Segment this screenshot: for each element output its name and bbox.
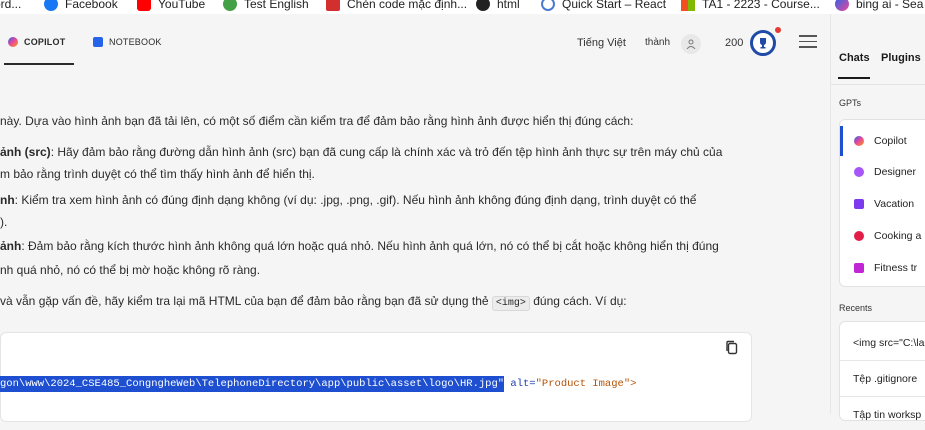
copy-icon[interactable] — [725, 340, 739, 356]
inline-code: <img> — [491, 296, 530, 311]
response-closing: và vẫn gặp vấn đề, hãy kiểm tra lại mã H… — [0, 294, 627, 311]
recent-item[interactable]: Tệp .gitignore — [840, 364, 925, 394]
username[interactable]: thành — [645, 37, 670, 48]
tab-plugins[interactable]: Plugins — [881, 52, 921, 64]
bookmark-chen-code[interactable]: Chèn code mặc định... — [326, 0, 467, 11]
gpt-cooking[interactable]: Cooking a — [840, 221, 925, 251]
copilot-icon — [854, 136, 864, 146]
fitness-icon — [854, 263, 864, 273]
response-point-3: ảnh: Đảm bảo rằng kích thước hình ảnh kh… — [0, 239, 719, 253]
youtube-icon — [137, 0, 151, 11]
code-line: gon\www\2024_CSE485_CongngheWeb\Telephon… — [0, 376, 637, 392]
trophy-icon — [760, 38, 766, 49]
language-selector[interactable]: Tiếng Việt — [577, 37, 626, 49]
bookmark-ord[interactable]: ord... — [0, 0, 21, 11]
response-point-2-cont: ). — [0, 215, 8, 229]
divider — [840, 396, 925, 397]
gpts-heading: GPTs — [839, 98, 862, 108]
bookmark-facebook[interactable]: Facebook — [44, 0, 118, 11]
divider — [831, 84, 925, 85]
recents-heading: Recents — [839, 303, 873, 313]
tab-chats[interactable]: Chats — [839, 52, 870, 64]
windows-icon — [681, 0, 695, 11]
right-sidebar: Chats Plugins GPTs Copilot Designer Vaca… — [830, 14, 925, 421]
recents-list: <img src="C:\la Tệp .gitignore Tập tin w… — [839, 321, 925, 421]
rewards-button[interactable] — [750, 30, 776, 56]
gpt-fitness[interactable]: Fitness tr — [840, 253, 925, 283]
cooking-icon — [854, 231, 864, 241]
suitcase-icon — [854, 199, 864, 209]
avatar[interactable] — [681, 34, 701, 54]
bookmark-bing-ai[interactable]: bing ai - Sea — [835, 0, 923, 11]
gpt-copilot[interactable]: Copilot — [840, 126, 925, 156]
react-icon — [541, 0, 555, 11]
gpt-designer[interactable]: Designer — [840, 157, 925, 187]
bookmark-test-english[interactable]: Test English — [223, 0, 309, 11]
recent-item[interactable]: <img src="C:\la — [840, 328, 925, 358]
response-point-3-cont: nh quá nhỏ, nó có thể bị mờ hoặc không r… — [0, 263, 261, 277]
gpt-vacation[interactable]: Vacation — [840, 189, 925, 219]
response-point-1: ảnh (src): Hãy đảm bảo rằng đường dẫn hì… — [0, 145, 723, 159]
copilot-icon — [835, 0, 849, 11]
divider — [840, 360, 925, 361]
bookmark-youtube[interactable]: YouTube — [137, 0, 205, 11]
hamburger-menu-icon[interactable] — [799, 35, 817, 49]
bookmark-ta1[interactable]: TA1 - 2223 - Course... — [681, 0, 820, 11]
selected-code-text[interactable]: gon\www\2024_CSE485_CongngheWeb\Telephon… — [0, 376, 505, 392]
bookmark-icon — [326, 0, 340, 11]
user-icon — [686, 39, 696, 49]
check-icon — [223, 0, 237, 11]
response-point-1-cont: m bảo rằng trình duyệt có thể tìm thấy h… — [0, 167, 315, 181]
bookmark-html[interactable]: html — [476, 0, 520, 11]
tab-copilot[interactable]: COPILOT — [8, 37, 65, 47]
facebook-icon — [44, 0, 58, 11]
active-sidebar-tab-indicator — [838, 77, 870, 79]
bookmark-react[interactable]: Quick Start – React — [541, 0, 666, 11]
notebook-icon — [93, 37, 103, 47]
response-point-2: nh: Kiểm tra xem hình ảnh có đúng định d… — [0, 193, 697, 207]
designer-icon — [854, 167, 864, 177]
bookmarks-bar: ord... Facebook YouTube Test English Chè… — [0, 0, 925, 14]
recent-item[interactable]: Tập tin worksp — [840, 400, 925, 430]
notification-dot — [775, 27, 781, 33]
active-tab-indicator — [4, 63, 74, 65]
points-count: 200 — [725, 37, 744, 49]
gpts-list: Copilot Designer Vacation Cooking a Fitn… — [839, 119, 925, 287]
response-intro: này. Dựa vào hình ảnh bạn đã tải lên, có… — [0, 114, 634, 128]
tab-notebook[interactable]: NOTEBOOK — [93, 37, 162, 47]
github-icon — [476, 0, 490, 11]
copilot-icon — [8, 37, 18, 47]
